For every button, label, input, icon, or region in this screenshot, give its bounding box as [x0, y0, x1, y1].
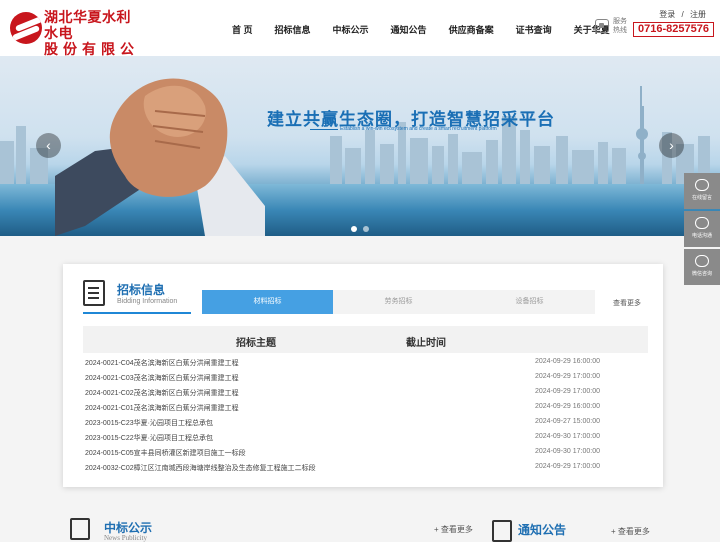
- row-title[interactable]: 2024-0032-C02樟江区江南城西段海塘岸线整治及生态修复工程施工二标段: [85, 463, 316, 473]
- row-deadline: 2024-09-30 17:00:00: [535, 448, 600, 455]
- handshake-image: [55, 78, 265, 236]
- tab-material-bidding[interactable]: 材料招标: [202, 290, 333, 314]
- phone-icon: [695, 217, 709, 229]
- table-row[interactable]: 2024-0021-C01茂名滨海新区白蕉分洪闸重建工程 2024-09-29 …: [85, 401, 605, 416]
- nav-supplier-registration[interactable]: 供应商备案: [449, 23, 494, 36]
- wechat-contact-button[interactable]: 微信咨询: [684, 249, 720, 285]
- news-more-link[interactable]: + 查看更多: [434, 524, 473, 535]
- row-deadline: 2024-09-29 16:00:00: [535, 358, 600, 365]
- table-row[interactable]: 2023-0015-C22华夏·沁园项目工程总承包 2024-09-30 17:…: [85, 431, 605, 446]
- news-subtitle: News Publicity: [104, 534, 147, 542]
- hero-banner: 建立共赢生态圈，打造智慧招采平台 Establish a win-win eco…: [0, 56, 720, 236]
- table-row[interactable]: 2024-0015-C05宣丰县同桥灌区新建项目施工一标段 2024-09-30…: [85, 446, 605, 461]
- phone-contact-button[interactable]: 电话沟通: [684, 211, 720, 247]
- document-list-icon: [83, 280, 105, 306]
- table-row[interactable]: 2023-0015-C23华夏·沁园项目工程总承包 2024-09-27 15:…: [85, 416, 605, 431]
- banner-divider: [310, 129, 338, 130]
- wechat-contact-label: 微信咨询: [691, 271, 712, 277]
- online-message-label: 在线留言: [691, 195, 712, 201]
- bidding-title: 招标信息: [117, 283, 166, 297]
- row-deadline: 2024-09-27 15:00:00: [535, 418, 600, 425]
- tab-labor-bidding[interactable]: 劳务招标: [333, 290, 464, 314]
- news-document-icon: [70, 518, 90, 540]
- tab-equipment-bidding[interactable]: 设备招标: [464, 290, 595, 314]
- table-row[interactable]: 2024-0021-C03茂名滨海新区白蕉分洪闸重建工程 2024-09-29 …: [85, 371, 605, 386]
- notice-more-link[interactable]: + 查看更多: [611, 526, 650, 537]
- nav-bidding-info[interactable]: 招标信息: [275, 23, 311, 36]
- nav-home[interactable]: 首 页: [232, 23, 253, 36]
- row-title[interactable]: 2023-0015-C22华夏·沁园项目工程总承包: [85, 433, 213, 443]
- table-row[interactable]: 2024-0032-C02樟江区江南城西段海塘岸线整治及生态修复工程施工二标段 …: [85, 461, 605, 476]
- online-message-button[interactable]: 在线留言: [684, 173, 720, 209]
- nav-notices[interactable]: 通知公告: [391, 23, 427, 36]
- column-subject: 招标主题: [236, 338, 276, 349]
- row-deadline: 2024-09-30 17:00:00: [535, 433, 600, 440]
- row-deadline: 2024-09-29 17:00:00: [535, 388, 600, 395]
- phone-contact-label: 电话沟通: [691, 233, 712, 239]
- company-logo[interactable]: 湖北华夏水利水电 股份有限公司: [10, 10, 145, 74]
- bidding-table-header: 招标主题 截止时间: [83, 326, 648, 353]
- banner-next-button[interactable]: ›: [659, 133, 684, 158]
- banner-pagination: [348, 226, 372, 232]
- service-hotline: 服务热线 0716-8257576: [595, 17, 714, 41]
- site-header: 湖北华夏水利水电 股份有限公司 首 页 招标信息 中标公示 通知公告 供应商备案…: [0, 0, 720, 74]
- row-deadline: 2024-09-29 17:00:00: [535, 463, 600, 470]
- banner-dot[interactable]: [363, 226, 369, 232]
- bidding-section-header: 招标信息 Bidding Information: [83, 278, 191, 314]
- row-title[interactable]: 2024-0021-C01茂名滨海新区白蕉分洪闸重建工程: [85, 403, 239, 413]
- banner-prev-button[interactable]: ‹: [36, 133, 61, 158]
- bidding-info-panel: 招标信息 Bidding Information 材料招标 劳务招标 设备招标 …: [63, 264, 663, 487]
- news-publicity-section: 中标公示 News Publicity + 查看更多: [70, 515, 473, 542]
- row-title[interactable]: 2024-0015-C05宣丰县同桥灌区新建项目施工一标段: [85, 448, 246, 458]
- row-deadline: 2024-09-29 16:00:00: [535, 403, 600, 410]
- wechat-icon: [695, 255, 709, 267]
- phone-icon: [595, 19, 609, 33]
- logo-line-1: 湖北华夏水利水电: [44, 11, 131, 42]
- headset-icon: [695, 179, 709, 191]
- row-title[interactable]: 2024-0021-C04茂名滨海新区白蕉分洪闸重建工程: [85, 358, 239, 368]
- main-nav: 首 页 招标信息 中标公示 通知公告 供应商备案 证书查询 关于华夏: [232, 23, 632, 36]
- bidding-more-link[interactable]: 查看更多: [613, 298, 641, 308]
- row-title[interactable]: 2024-0021-C03茂名滨海新区白蕉分洪闸重建工程: [85, 373, 239, 383]
- logo-emblem-icon: [10, 12, 42, 44]
- notice-title: 通知公告: [518, 523, 567, 537]
- bidding-subtitle: Bidding Information: [117, 298, 178, 305]
- row-title[interactable]: 2024-0021-C02茂名滨海新区白蕉分洪闸重建工程: [85, 388, 239, 398]
- bidding-tabs: 材料招标 劳务招标 设备招标: [202, 290, 595, 314]
- column-deadline: 截止时间: [406, 338, 446, 349]
- hotline-label: 服务热线: [613, 18, 627, 34]
- row-deadline: 2024-09-29 17:00:00: [535, 373, 600, 380]
- banner-dot[interactable]: [351, 226, 357, 232]
- floating-contact-bar: 在线留言 电话沟通 微信咨询: [684, 173, 720, 287]
- nav-award-publicity[interactable]: 中标公示: [333, 23, 369, 36]
- notice-document-icon: [492, 520, 512, 542]
- table-row[interactable]: 2024-0021-C04茂名滨海新区白蕉分洪闸重建工程 2024-09-29 …: [85, 356, 605, 371]
- notice-section: 通知公告 + 查看更多: [492, 515, 720, 542]
- nav-certificate-query[interactable]: 证书查询: [516, 23, 552, 36]
- banner-subtitle: Establish a win-win ecosystem and create…: [340, 126, 497, 132]
- bidding-list: 2024-0021-C04茂名滨海新区白蕉分洪闸重建工程 2024-09-29 …: [85, 356, 605, 476]
- row-title[interactable]: 2023-0015-C23华夏·沁园项目工程总承包: [85, 418, 213, 428]
- hotline-number: 0716-8257576: [633, 22, 714, 37]
- table-row[interactable]: 2024-0021-C02茂名滨海新区白蕉分洪闸重建工程 2024-09-29 …: [85, 386, 605, 401]
